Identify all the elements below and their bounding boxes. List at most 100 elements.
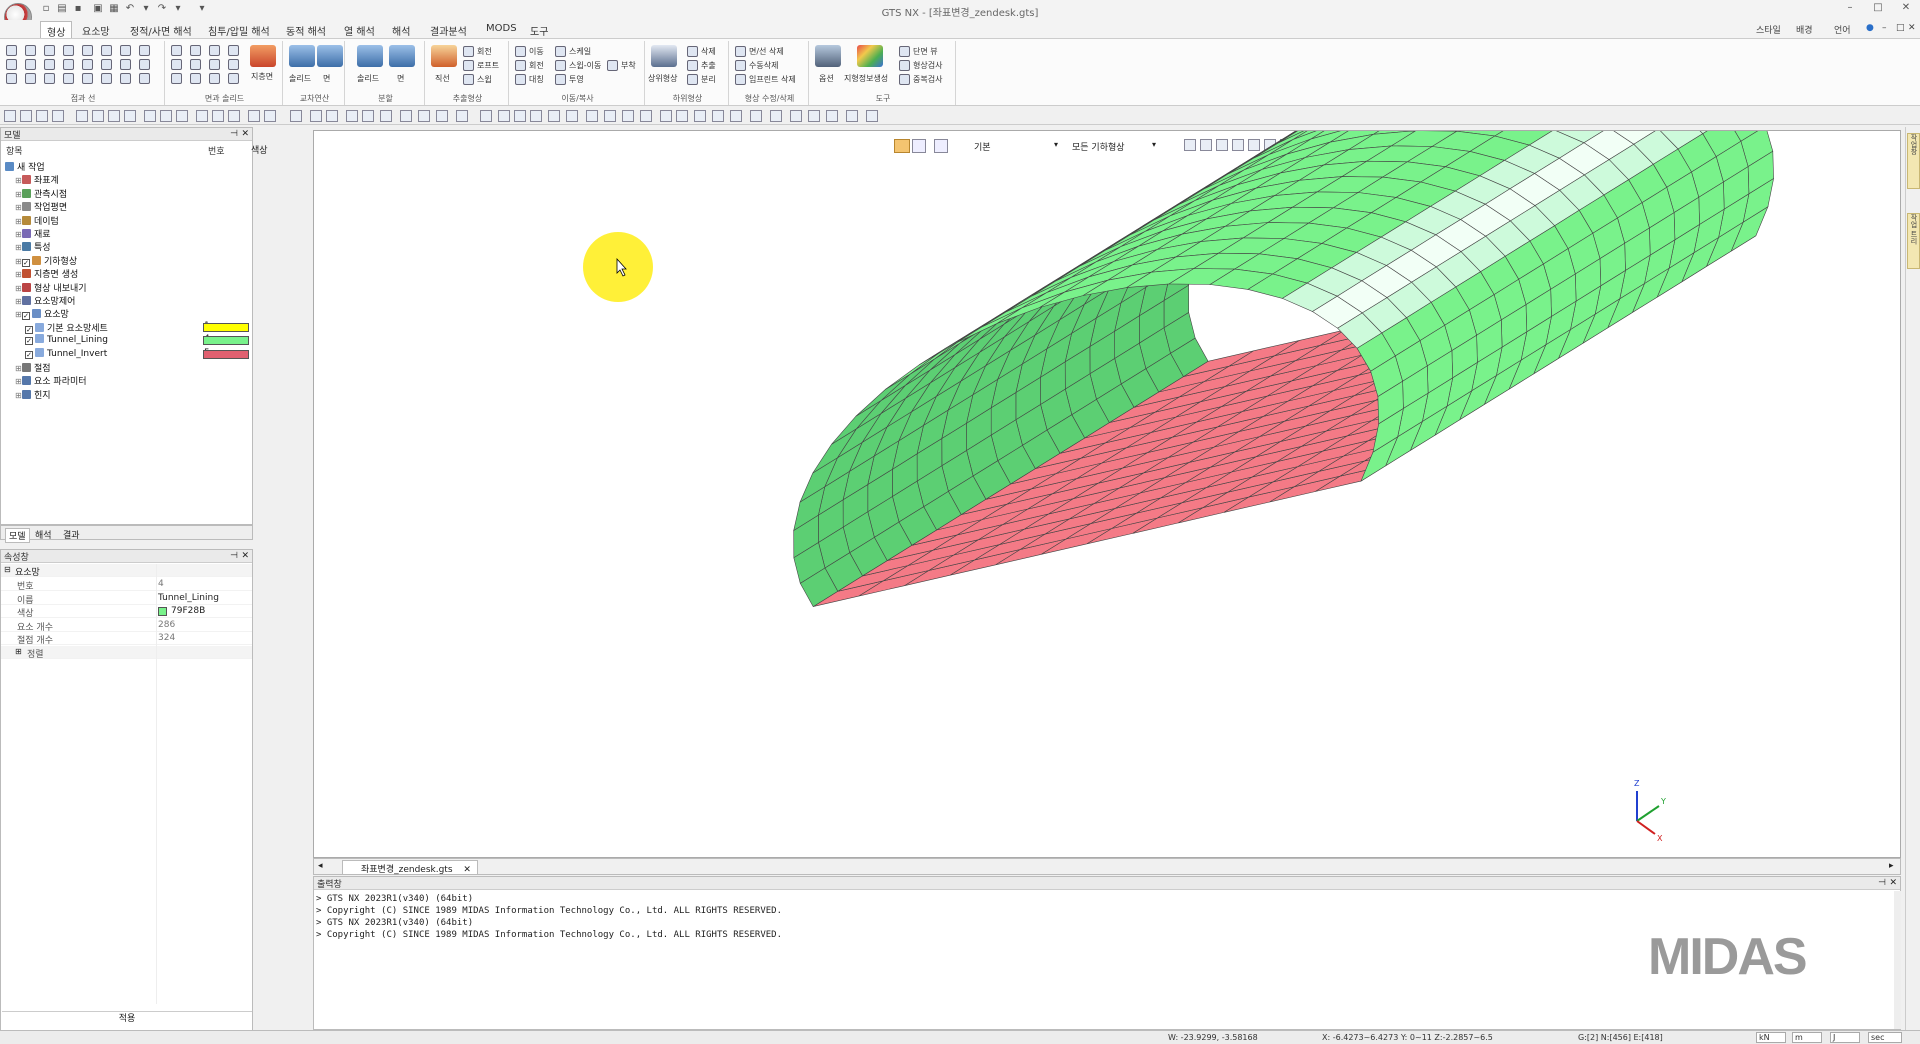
tab-static-slope[interactable]: 정적/사면 해석 — [124, 21, 198, 38]
tree-item[interactable]: ⊞ 요소 파라미터 — [15, 374, 87, 387]
surface-solid-tool-icon[interactable] — [228, 45, 239, 56]
manual-delete-icon[interactable] — [735, 60, 746, 71]
expand-icon[interactable]: ⊞ — [15, 257, 22, 266]
point-line-tool-icon[interactable] — [101, 59, 112, 70]
surface-solid-tool-icon[interactable] — [171, 73, 182, 84]
view-tool-icon[interactable] — [498, 110, 510, 122]
point-line-tool-icon[interactable] — [6, 59, 17, 70]
shape-check-icon[interactable] — [899, 60, 910, 71]
document-tab[interactable]: 좌표변경_zendesk.gts ✕ — [342, 860, 478, 875]
expand-icon[interactable]: ⊞ — [15, 230, 22, 239]
tab-results[interactable]: 결과분석 — [424, 21, 473, 38]
expand-icon[interactable]: ⊞ — [15, 297, 22, 306]
tree-item[interactable]: ⊞ 요소망제어 — [15, 294, 75, 307]
view-tool-icon[interactable] — [108, 110, 120, 122]
section-view-icon[interactable] — [899, 46, 910, 57]
expand-icon[interactable]: ⊞ — [15, 647, 22, 656]
view-tool-icon[interactable] — [640, 110, 652, 122]
tree-item[interactable]: ⊞ 형상 내보내기 — [15, 281, 87, 294]
surface-solid-tool-icon[interactable] — [209, 59, 220, 70]
surface-solid-tool-icon[interactable] — [171, 45, 182, 56]
tree-item-color-swatch[interactable] — [203, 336, 249, 346]
point-line-tool-icon[interactable] — [25, 73, 36, 84]
line-extract-icon[interactable] — [431, 45, 457, 67]
close-button[interactable]: ✕ — [1896, 2, 1916, 16]
output-close-icon[interactable]: ✕ — [1889, 878, 1897, 888]
boolean-face-icon[interactable] — [317, 45, 343, 67]
expand-icon[interactable]: ⊞ — [15, 310, 22, 319]
sweep-icon[interactable] — [463, 74, 474, 85]
view-tool-icon[interactable] — [36, 110, 48, 122]
view-tool-icon[interactable] — [124, 110, 136, 122]
panel-close-icon[interactable]: ✕ — [241, 129, 249, 139]
tree-item[interactable]: ⊞✓ 요소망 — [15, 307, 69, 321]
view-tool-icon[interactable] — [380, 110, 392, 122]
surface-solid-tool-icon[interactable] — [190, 45, 201, 56]
point-line-tool-icon[interactable] — [82, 73, 93, 84]
style-menu[interactable]: 스타일 — [1756, 23, 1781, 36]
point-line-tool-icon[interactable] — [63, 45, 74, 56]
move-icon[interactable] — [515, 46, 526, 57]
view-tool-icon[interactable] — [310, 110, 322, 122]
tab-thermal[interactable]: 열 해석 — [338, 21, 381, 38]
view-tool-icon[interactable] — [480, 110, 492, 122]
view-tool-icon[interactable] — [160, 110, 172, 122]
visibility-checkbox[interactable]: ✓ — [25, 325, 33, 334]
background-menu[interactable]: 배경 — [1796, 23, 1813, 36]
view-tool-icon[interactable] — [362, 110, 374, 122]
surface-solid-tool-icon[interactable] — [209, 73, 220, 84]
loft-icon[interactable] — [463, 60, 474, 71]
separate-icon[interactable] — [687, 74, 698, 85]
point-line-tool-icon[interactable] — [44, 45, 55, 56]
tab-mods[interactable]: MODS — [480, 21, 523, 38]
expand-icon[interactable]: ⊞ — [15, 284, 22, 293]
color-swatch[interactable] — [158, 607, 167, 616]
tab-analysis-panel[interactable]: 해석 — [35, 528, 52, 541]
tree-item-color-swatch[interactable] — [203, 322, 249, 332]
point-line-tool-icon[interactable] — [101, 73, 112, 84]
view-tool-icon[interactable] — [530, 110, 542, 122]
surface-solid-tool-icon[interactable] — [171, 59, 182, 70]
view-tool-icon[interactable] — [436, 110, 448, 122]
view-tool-icon[interactable] — [290, 110, 302, 122]
view-tool-icon[interactable] — [228, 110, 240, 122]
expand-icon[interactable]: ⊞ — [15, 364, 22, 373]
view-tool-icon[interactable] — [76, 110, 88, 122]
expand-icon[interactable]: ⊞ — [15, 391, 22, 400]
view-tool-icon[interactable] — [676, 110, 688, 122]
collapse-icon[interactable]: ⊟ — [4, 565, 11, 574]
view-tool-icon[interactable] — [144, 110, 156, 122]
tab-dynamic[interactable]: 동적 해석 — [280, 21, 332, 38]
property-row[interactable]: 절점 개수 324 — [1, 632, 252, 646]
point-line-tool-icon[interactable] — [139, 73, 150, 84]
right-tab-work-tree[interactable]: 작업 트리 — [1907, 213, 1920, 269]
right-tab-workspace[interactable]: 작업창 — [1907, 133, 1920, 189]
expand-icon[interactable]: ⊞ — [15, 270, 22, 279]
expand-icon[interactable]: ⊞ — [15, 243, 22, 252]
expand-icon[interactable]: ⊞ — [15, 190, 22, 199]
stratum-surface-icon[interactable] — [250, 45, 276, 67]
view-tool-icon[interactable] — [866, 110, 878, 122]
view-tool-icon[interactable] — [808, 110, 820, 122]
rotate-icon[interactable] — [515, 60, 526, 71]
tab-model[interactable]: 모델 — [5, 528, 30, 543]
expand-icon[interactable]: ⊞ — [15, 176, 22, 185]
scale-icon[interactable] — [555, 46, 566, 57]
doc-tab-close-icon[interactable]: ✕ — [463, 865, 471, 875]
view-tool-icon[interactable] — [770, 110, 782, 122]
unit-length-select[interactable]: m — [1792, 1032, 1822, 1043]
point-line-tool-icon[interactable] — [6, 45, 17, 56]
divide-face-icon[interactable] — [389, 45, 415, 67]
view-tool-icon[interactable] — [92, 110, 104, 122]
unit-force-select[interactable]: kN — [1756, 1032, 1786, 1043]
tab-analysis[interactable]: 해석 — [386, 21, 416, 38]
point-line-tool-icon[interactable] — [63, 59, 74, 70]
point-line-tool-icon[interactable] — [44, 73, 55, 84]
surface-solid-tool-icon[interactable] — [190, 59, 201, 70]
surface-solid-tool-icon[interactable] — [228, 73, 239, 84]
visibility-checkbox[interactable]: ✓ — [22, 258, 30, 267]
tree-item[interactable]: ⊞ 작업평면 — [15, 200, 67, 213]
tree-item[interactable]: ✓ Tunnel_Lining — [25, 334, 108, 346]
view-tool-icon[interactable] — [4, 110, 16, 122]
output-pin-icon[interactable]: ⊣ — [1878, 878, 1886, 888]
